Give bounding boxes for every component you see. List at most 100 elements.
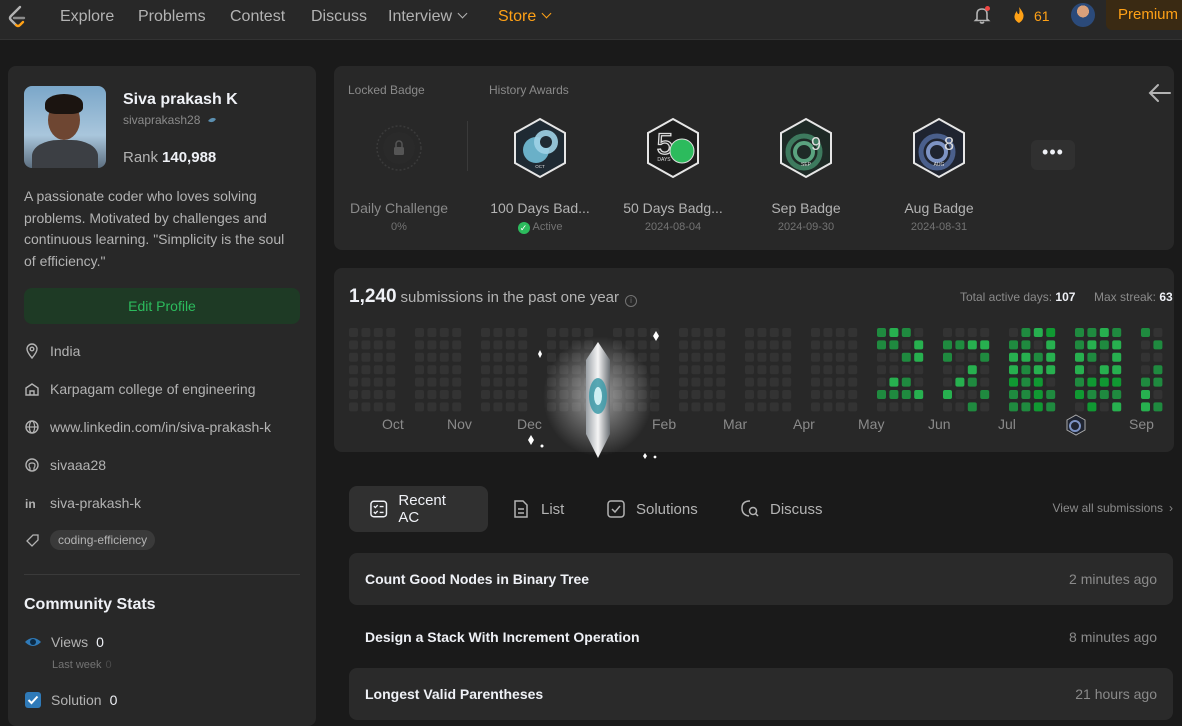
heatmap-cell[interactable] xyxy=(349,402,358,412)
info-icon[interactable]: i xyxy=(625,295,637,307)
heatmap-cell[interactable] xyxy=(889,390,899,399)
heatmap-cell[interactable] xyxy=(901,352,911,362)
arrow-left-icon[interactable] xyxy=(1148,82,1172,104)
heatmap-cell[interactable] xyxy=(427,340,437,350)
heatmap-cell[interactable] xyxy=(1033,352,1043,362)
heatmap-cell[interactable] xyxy=(1009,328,1018,337)
heatmap-cell[interactable] xyxy=(518,402,528,412)
heatmap-cell[interactable] xyxy=(505,328,515,337)
heatmap-cell[interactable] xyxy=(943,402,952,412)
heatmap-cell[interactable] xyxy=(679,390,688,399)
heatmap-cell[interactable] xyxy=(439,340,449,350)
website-link[interactable]: www.linkedin.com/in/siva-prakash-k xyxy=(50,419,271,435)
heatmap-cell[interactable] xyxy=(493,365,503,375)
badge-100-days[interactable]: OCT 100 Days Bad... ✓ Active xyxy=(475,116,605,234)
heatmap-cell[interactable] xyxy=(349,340,358,350)
heatmap-cell[interactable] xyxy=(889,340,899,350)
heatmap-cell[interactable] xyxy=(1112,390,1122,399)
heatmap-cell[interactable] xyxy=(373,352,383,362)
heatmap-cell[interactable] xyxy=(980,377,990,387)
heatmap-cell[interactable] xyxy=(1009,402,1018,412)
heatmap-cell[interactable] xyxy=(769,340,779,350)
heatmap-cell[interactable] xyxy=(415,377,424,387)
heatmap-cell[interactable] xyxy=(481,340,490,350)
heatmap-cell[interactable] xyxy=(1141,377,1150,387)
heatmap-cell[interactable] xyxy=(955,377,965,387)
heatmap-cell[interactable] xyxy=(349,365,358,375)
heatmap-cell[interactable] xyxy=(955,390,965,399)
user-avatar[interactable] xyxy=(1071,3,1095,27)
heatmap-cell[interactable] xyxy=(967,390,977,399)
submission-row[interactable]: Count Good Nodes in Binary Tree 2 minute… xyxy=(349,553,1173,605)
heatmap-cell[interactable] xyxy=(901,340,911,350)
heatmap-cell[interactable] xyxy=(716,352,726,362)
heatmap-cell[interactable] xyxy=(1021,328,1031,337)
heatmap-cell[interactable] xyxy=(1021,377,1031,387)
heatmap-cell[interactable] xyxy=(716,377,726,387)
heatmap-cell[interactable] xyxy=(493,390,503,399)
heatmap-cell[interactable] xyxy=(835,365,845,375)
heatmap-cell[interactable] xyxy=(848,402,858,412)
heatmap-cell[interactable] xyxy=(955,365,965,375)
heatmap-cell[interactable] xyxy=(386,365,396,375)
heatmap-cell[interactable] xyxy=(745,328,754,337)
heatmap-cell[interactable] xyxy=(373,377,383,387)
heatmap-cell[interactable] xyxy=(757,402,767,412)
heatmap-cell[interactable] xyxy=(811,340,820,350)
heatmap-cell[interactable] xyxy=(679,365,688,375)
heatmap-cell[interactable] xyxy=(481,365,490,375)
edit-profile-button[interactable]: Edit Profile xyxy=(24,288,300,324)
nav-store[interactable]: Store xyxy=(498,8,552,26)
heatmap-cell[interactable] xyxy=(1046,377,1056,387)
heatmap-cell[interactable] xyxy=(1009,340,1018,350)
fire-icon[interactable] xyxy=(1011,6,1027,24)
heatmap-cell[interactable] xyxy=(679,352,688,362)
nav-explore[interactable]: Explore xyxy=(60,8,114,26)
heatmap-cell[interactable] xyxy=(505,402,515,412)
heatmap-cell[interactable] xyxy=(782,365,792,375)
heatmap-cell[interactable] xyxy=(1087,340,1097,350)
heatmap-cell[interactable] xyxy=(1046,390,1056,399)
heatmap-cell[interactable] xyxy=(848,377,858,387)
heatmap-cell[interactable] xyxy=(1099,340,1109,350)
heatmap-cell[interactable] xyxy=(823,390,833,399)
heatmap-cell[interactable] xyxy=(691,402,701,412)
heatmap-cell[interactable] xyxy=(452,352,462,362)
heatmap-cell[interactable] xyxy=(703,328,713,337)
heatmap-cell[interactable] xyxy=(823,365,833,375)
heatmap-cell[interactable] xyxy=(1112,340,1122,350)
heatmap-cell[interactable] xyxy=(1009,377,1018,387)
heatmap-cell[interactable] xyxy=(889,328,899,337)
heatmap-cell[interactable] xyxy=(716,340,726,350)
heatmap-cell[interactable] xyxy=(811,402,820,412)
heatmap-cell[interactable] xyxy=(452,340,462,350)
heatmap-cell[interactable] xyxy=(427,365,437,375)
heatmap-cell[interactable] xyxy=(493,377,503,387)
heatmap-cell[interactable] xyxy=(361,340,371,350)
heatmap-cell[interactable] xyxy=(1141,390,1150,399)
heatmap-cell[interactable] xyxy=(1153,365,1163,375)
heatmap-cell[interactable] xyxy=(1075,365,1084,375)
heatmap-cell[interactable] xyxy=(1153,402,1163,412)
heatmap-cell[interactable] xyxy=(1033,365,1043,375)
heatmap-cell[interactable] xyxy=(889,402,899,412)
heatmap-cell[interactable] xyxy=(361,377,371,387)
heatmap-cell[interactable] xyxy=(691,365,701,375)
heatmap-cell[interactable] xyxy=(361,365,371,375)
heatmap-cell[interactable] xyxy=(848,390,858,399)
heatmap-cell[interactable] xyxy=(518,328,528,337)
heatmap-cell[interactable] xyxy=(967,402,977,412)
heatmap-cell[interactable] xyxy=(1033,402,1043,412)
heatmap-cell[interactable] xyxy=(889,352,899,362)
heatmap-cell[interactable] xyxy=(481,352,490,362)
heatmap-cell[interactable] xyxy=(1112,402,1122,412)
heatmap-cell[interactable] xyxy=(782,340,792,350)
github-row[interactable]: sivaaa28 xyxy=(24,454,106,476)
heatmap-cell[interactable] xyxy=(967,365,977,375)
heatmap-cell[interactable] xyxy=(782,402,792,412)
heatmap-cell[interactable] xyxy=(349,377,358,387)
nav-problems[interactable]: Problems xyxy=(138,8,206,26)
heatmap-cell[interactable] xyxy=(1046,352,1056,362)
heatmap-cell[interactable] xyxy=(943,365,952,375)
heatmap-cell[interactable] xyxy=(691,328,701,337)
